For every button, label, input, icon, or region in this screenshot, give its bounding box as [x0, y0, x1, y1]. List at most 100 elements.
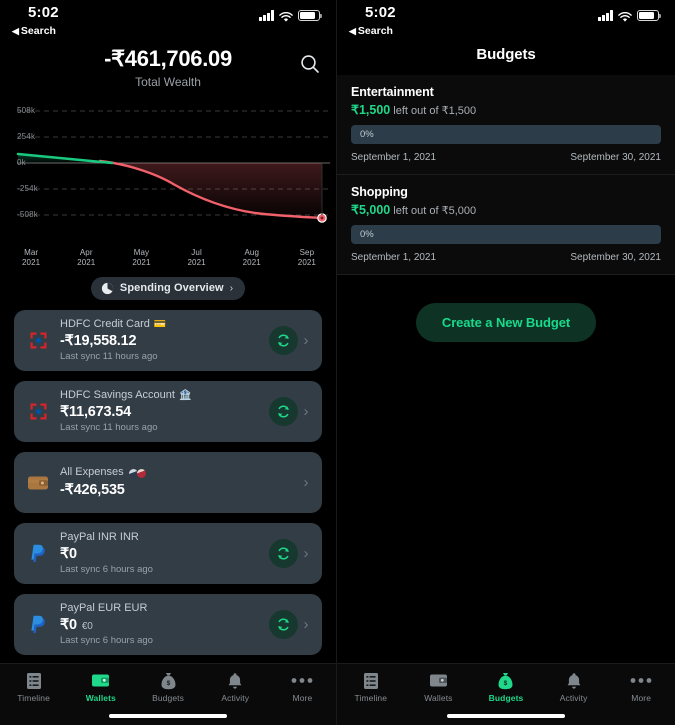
x-tick-0: Mar 2021	[22, 248, 41, 267]
tab-label: Budgets	[488, 693, 524, 703]
accounts-list: HDFC Credit Card 💳 -₹19,558.12 Last sync…	[0, 300, 336, 655]
account-card-hdfc-credit-card[interactable]: HDFC Credit Card 💳 -₹19,558.12 Last sync…	[14, 309, 322, 371]
budget-name: Shopping	[351, 185, 408, 199]
account-amount: ₹11,673.54	[60, 404, 131, 421]
tab-timeline[interactable]: Timeline	[0, 671, 67, 703]
account-card-paypal-inr[interactable]: PayPal INR INR ₹0 Last sync 6 hours ago …	[14, 522, 322, 584]
x-tick-3: Jul 2021	[187, 248, 206, 267]
account-amount: ₹0	[60, 617, 77, 634]
wallets-screen: 5:02 ◀ Search -₹461,706.09 Total Wealth	[0, 0, 337, 725]
tab-bar: Timeline Wallets $ Budgets Activity More	[337, 663, 675, 725]
back-to-search[interactable]: ◀ Search	[349, 25, 393, 37]
ellipsis-icon	[291, 671, 313, 690]
budgets-screen: 5:02 ◀ Search Budgets Entertainment ₹1,5…	[337, 0, 675, 725]
account-amount-row: -₹19,558.12	[60, 333, 269, 349]
budget-rest-text: left out of ₹1,500	[393, 105, 477, 117]
budget-progress-label: 0%	[360, 229, 374, 240]
paypal-icon	[25, 615, 51, 634]
money-bag-icon: $	[160, 671, 177, 690]
signal-bars-icon	[598, 10, 613, 21]
account-card-paypal-eur[interactable]: PayPal EUR EUR ₹0 €0 Last sync 6 hours a…	[14, 593, 322, 655]
sync-button[interactable]	[269, 396, 298, 426]
status-time: 5:02	[365, 4, 396, 21]
dual-screenshot: 5:02 ◀ Search -₹461,706.09 Total Wealth	[0, 0, 675, 725]
tab-bar: Timeline Wallets $ Budgets Activity More	[0, 663, 336, 725]
status-indicators	[259, 10, 323, 22]
total-wealth-amount: -₹461,706.09	[104, 46, 232, 71]
account-card-all-expenses[interactable]: All Expenses -₹426,535 ›	[14, 451, 322, 513]
budget-summary: ₹1,500 left out of ₹1,500	[351, 102, 661, 117]
tab-wallets[interactable]: Wallets	[67, 671, 134, 703]
tab-wallets[interactable]: Wallets	[405, 671, 473, 703]
chevron-right-icon: ›	[303, 544, 309, 562]
x-tick-2: May 2021	[132, 248, 151, 267]
status-indicators	[598, 10, 662, 22]
create-new-budget-button[interactable]: Create a New Budget	[415, 303, 597, 342]
credit-card-emoji-icon: 💳	[153, 318, 167, 330]
chevron-right-icon: ›	[303, 473, 309, 491]
signal-bars-icon	[259, 10, 274, 21]
back-to-search[interactable]: ◀ Search	[12, 25, 56, 37]
account-title-row: PayPal INR INR	[60, 531, 269, 544]
budget-list: Entertainment ₹1,500 left out of ₹1,500 …	[337, 75, 675, 275]
account-amount: ₹0	[60, 546, 77, 563]
account-card-hdfc-savings-account[interactable]: HDFC Savings Account 🏦 ₹11,673.54 Last s…	[14, 380, 322, 442]
tab-label: More	[292, 693, 313, 703]
y-tick-4: -508k	[17, 210, 39, 219]
account-amount: -₹426,535	[60, 481, 125, 498]
wealth-header: -₹461,706.09 Total Wealth	[0, 40, 336, 99]
tab-label: Timeline	[17, 693, 50, 703]
tab-label: Wallets	[424, 693, 453, 703]
avatar	[135, 467, 147, 479]
wifi-icon	[618, 10, 632, 22]
chevron-right-icon: ›	[303, 615, 309, 633]
budget-item-entertainment[interactable]: Entertainment ₹1,500 left out of ₹1,500 …	[337, 75, 675, 175]
create-budget-row: Create a New Budget	[337, 303, 675, 342]
ellipsis-icon	[630, 671, 652, 690]
budget-summary: ₹5,000 left out of ₹5,000	[351, 202, 661, 217]
budget-start-date: September 1, 2021	[351, 152, 437, 163]
tab-timeline[interactable]: Timeline	[337, 671, 405, 703]
back-label: Search	[357, 25, 393, 37]
tab-more[interactable]: More	[607, 671, 675, 703]
account-info: HDFC Credit Card 💳 -₹19,558.12 Last sync…	[51, 318, 269, 362]
account-name: PayPal INR INR	[60, 530, 139, 543]
pie-chart-icon	[101, 282, 114, 294]
sync-button[interactable]	[269, 325, 298, 355]
account-title-row: All Expenses	[60, 466, 298, 479]
account-amount-row: ₹11,673.54	[60, 404, 269, 420]
account-sync-time: Last sync 6 hours ago	[60, 564, 153, 576]
budget-item-shopping[interactable]: Shopping ₹5,000 left out of ₹5,000 0% Se…	[337, 175, 675, 275]
budget-end-date: September 30, 2021	[570, 152, 661, 163]
tab-more[interactable]: More	[269, 671, 336, 703]
tab-budgets[interactable]: $ Budgets	[472, 671, 540, 703]
total-wealth-label: Total Wealth	[135, 75, 201, 89]
page-title: Budgets	[476, 46, 536, 63]
spending-overview-button[interactable]: Spending Overview ›	[90, 276, 246, 300]
wallet-icon	[25, 473, 51, 492]
bell-icon	[227, 671, 243, 690]
search-icon[interactable]	[298, 52, 322, 76]
tab-activity[interactable]: Activity	[202, 671, 269, 703]
paypal-icon	[25, 544, 51, 563]
tab-budgets[interactable]: $ Budgets	[134, 671, 201, 703]
budget-progress-bar: 0%	[351, 225, 661, 244]
hdfc-logo-icon	[25, 402, 51, 421]
sync-button[interactable]	[269, 609, 298, 639]
home-indicator	[109, 713, 227, 718]
x-tick-5: Sep 2021	[297, 248, 316, 267]
net-worth-chart: 508k 254k 0k -254k -508k	[0, 101, 336, 246]
svg-text:$: $	[504, 680, 508, 687]
tab-activity[interactable]: Activity	[540, 671, 608, 703]
svg-text:$: $	[166, 680, 170, 687]
bank-emoji-icon: 🏦	[178, 389, 192, 401]
account-info: HDFC Savings Account 🏦 ₹11,673.54 Last s…	[51, 389, 269, 433]
account-sync-time: Last sync 11 hours ago	[60, 351, 158, 363]
account-name: HDFC Savings Account	[60, 388, 175, 401]
spending-overview-label: Spending Overview	[119, 282, 224, 294]
sync-button[interactable]	[269, 538, 298, 568]
account-info: PayPal INR INR ₹0 Last sync 6 hours ago	[51, 531, 269, 575]
tab-label: Activity	[559, 693, 588, 703]
account-amount-row: -₹426,535	[60, 482, 298, 498]
tab-label: Activity	[221, 693, 250, 703]
